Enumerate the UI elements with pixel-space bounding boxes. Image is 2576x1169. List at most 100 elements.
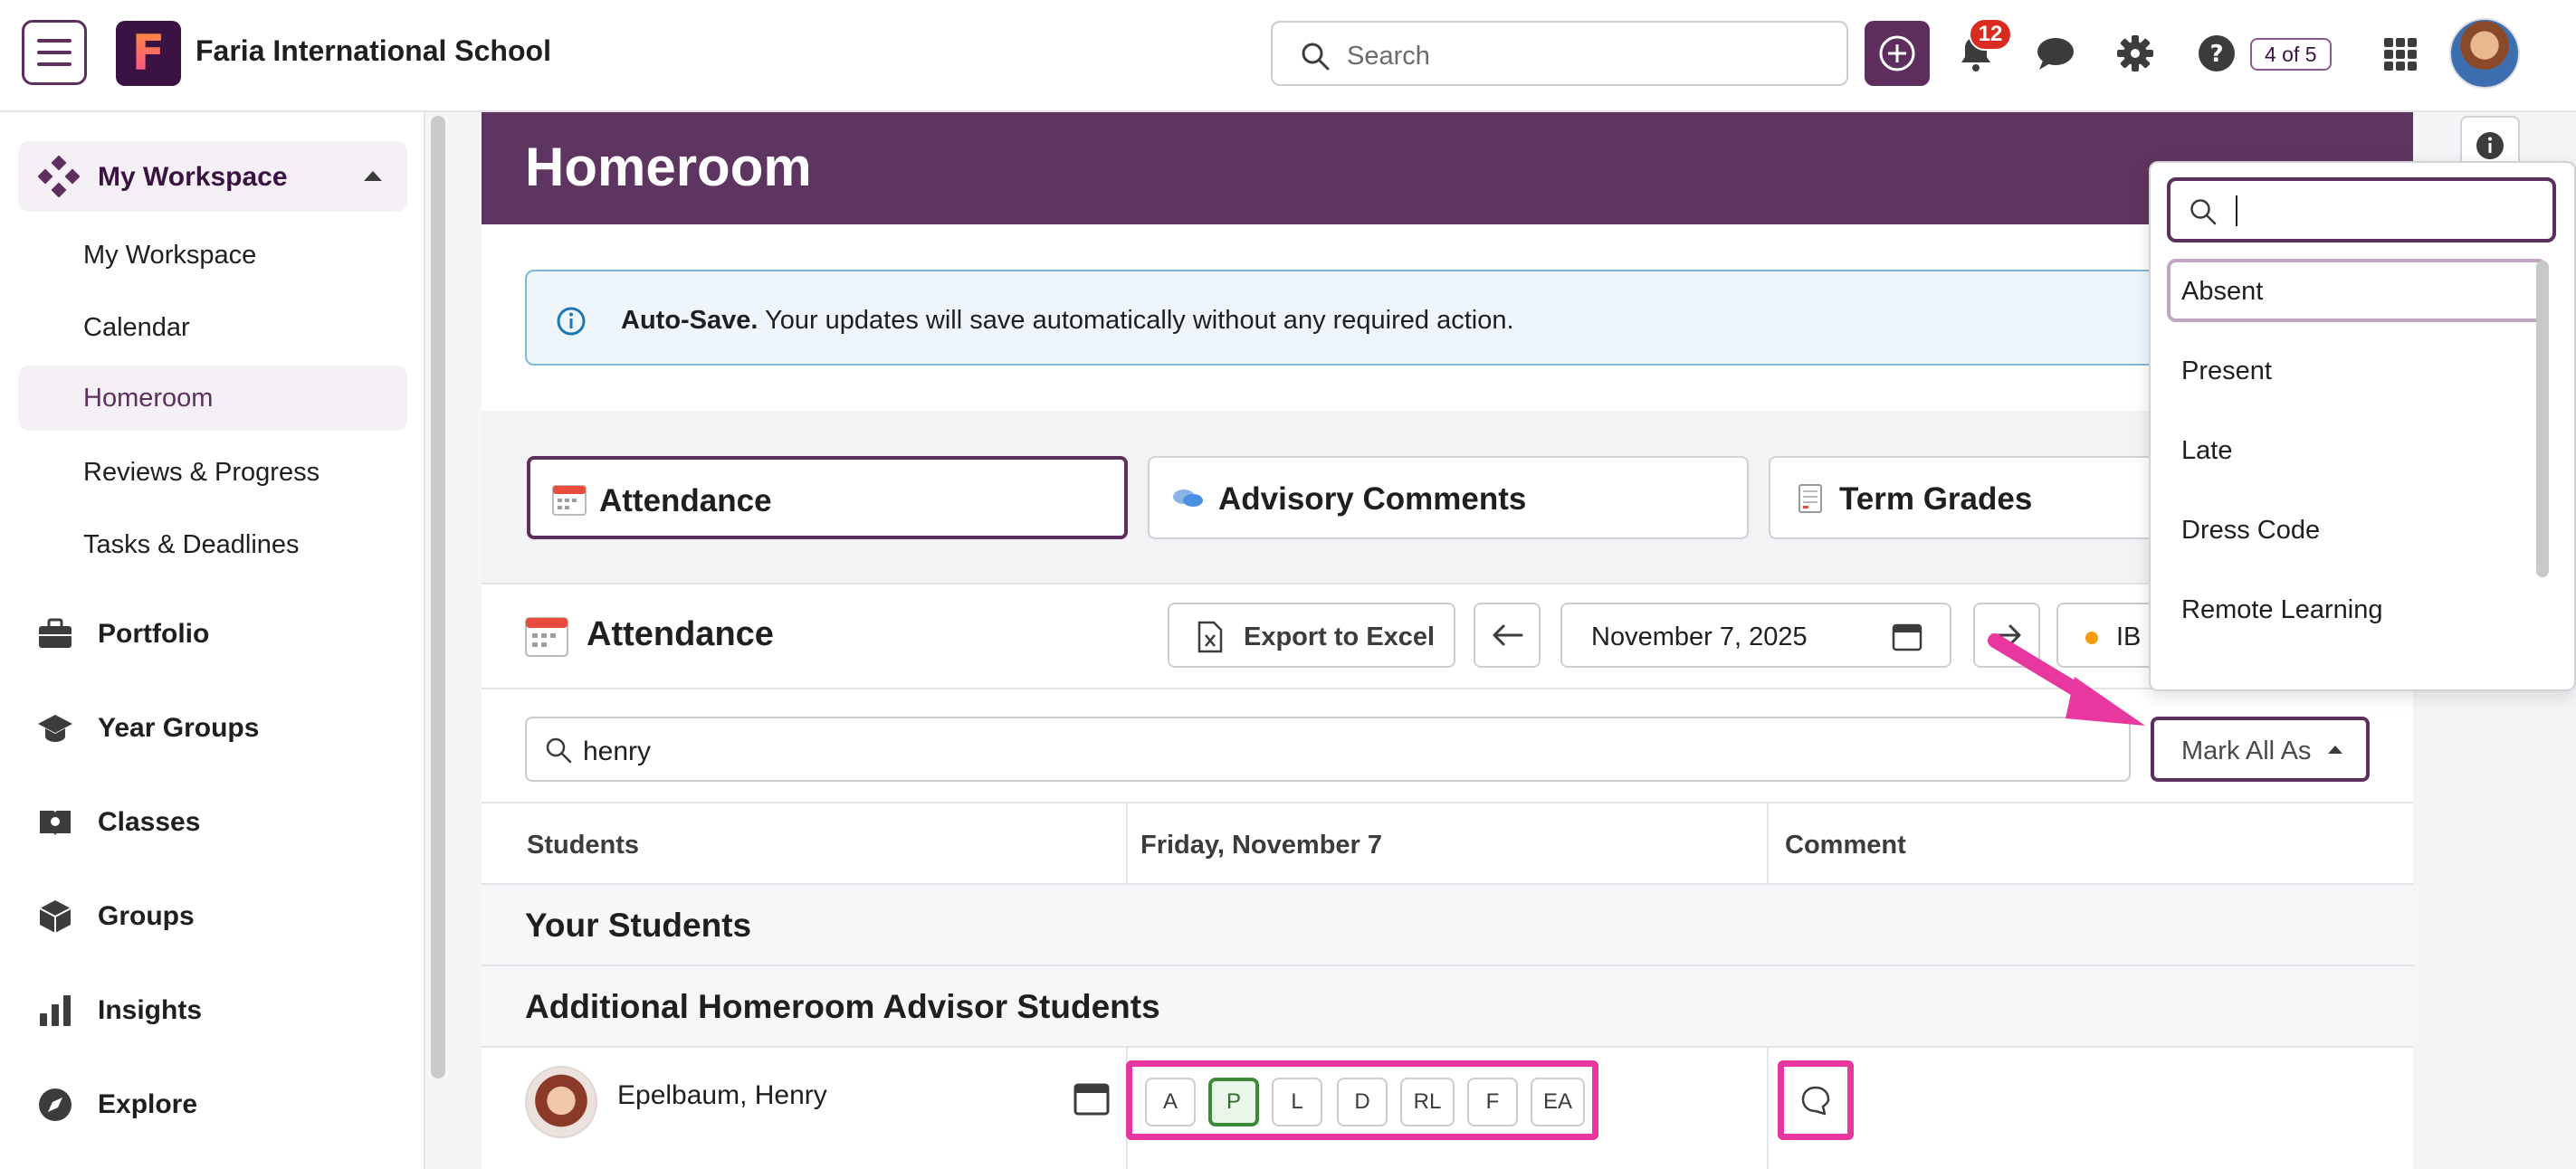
- search-icon: [1302, 43, 1330, 71]
- caret-up-icon: [364, 171, 382, 181]
- page-title: Homeroom: [525, 137, 812, 197]
- calendar-icon[interactable]: [1073, 1080, 1110, 1117]
- sidebar-item-portfolio[interactable]: Portfolio: [18, 597, 407, 670]
- graduation-cap-icon: [38, 715, 72, 742]
- sidebar-item-classes[interactable]: Classes: [18, 785, 407, 858]
- mark-all-dropdown-menu: Absent Present Late Dress Code Remote Le…: [2149, 161, 2576, 691]
- sidebar-section-label: My Workspace: [98, 162, 288, 192]
- menu-toggle-button[interactable]: [22, 20, 87, 85]
- speech-bubbles-icon: [1173, 489, 1203, 507]
- tab-attendance[interactable]: Attendance: [527, 456, 1128, 539]
- chat-bubble-icon: [2037, 38, 2074, 70]
- student-search-value: henry: [583, 737, 652, 766]
- code-button-f[interactable]: F: [1467, 1078, 1518, 1126]
- excel-file-icon: [1197, 621, 1223, 653]
- comment-button[interactable]: [1778, 1060, 1854, 1140]
- global-search-input[interactable]: Search: [1271, 21, 1848, 86]
- info-circle-icon: [557, 307, 586, 336]
- column-header-students: Students: [527, 831, 640, 860]
- student-avatar: [525, 1066, 597, 1138]
- group-row-your-students: Your Students: [482, 885, 2413, 966]
- sidebar-item-tasks-deadlines[interactable]: Tasks & Deadlines: [18, 512, 407, 577]
- hamburger-icon-line: [37, 62, 72, 66]
- student-name[interactable]: Epelbaum, Henry: [617, 1080, 827, 1111]
- sidebar: My Workspace My Workspace Calendar Homer…: [0, 112, 425, 1169]
- bar-chart-icon: [40, 995, 71, 1026]
- hamburger-icon-line: [37, 51, 72, 54]
- sidebar-item-groups[interactable]: Groups: [18, 879, 407, 952]
- date-value: November 7, 2025: [1591, 623, 1808, 651]
- dropdown-option-dress-code[interactable]: Dress Code: [2167, 498, 2547, 561]
- gear-icon: [2117, 35, 2153, 71]
- sidebar-scrollbar[interactable]: [431, 116, 445, 1079]
- sidebar-item-calendar[interactable]: Calendar: [18, 295, 407, 360]
- book-icon: [40, 811, 71, 836]
- code-button-absent[interactable]: A: [1145, 1078, 1196, 1126]
- page-header: Homeroom: [482, 112, 2413, 224]
- search-icon: [2190, 199, 2217, 225]
- top-bar: F Faria International School Search 12 ?…: [0, 0, 2576, 112]
- column-separator: [1767, 802, 1769, 885]
- comment-bubble-icon: [1801, 1086, 1830, 1116]
- calendar-emoji-icon: [552, 485, 587, 516]
- sidebar-item-year-groups[interactable]: Year Groups: [18, 691, 407, 764]
- search-icon: [546, 737, 572, 764]
- group-row-additional-students: Additional Homeroom Advisor Students: [482, 966, 2413, 1048]
- export-excel-button[interactable]: Export to Excel: [1168, 603, 1455, 668]
- sidebar-item-explore[interactable]: Explore: [18, 1068, 407, 1140]
- svg-text:?: ?: [2209, 41, 2223, 68]
- dropdown-option-remote-learning[interactable]: Remote Learning: [2167, 577, 2547, 641]
- date-picker-input[interactable]: November 7, 2025: [1560, 603, 1951, 668]
- briefcase-icon: [39, 618, 72, 648]
- dropdown-option-late[interactable]: Late: [2167, 418, 2547, 481]
- arrow-left-icon: [1493, 624, 1523, 646]
- column-header-day: Friday, November 7: [1140, 831, 1383, 860]
- sidebar-item-my-workspace[interactable]: My Workspace: [18, 223, 407, 288]
- messages-button[interactable]: [2029, 27, 2082, 80]
- settings-button[interactable]: [2109, 27, 2161, 80]
- cube-icon: [39, 900, 72, 933]
- hamburger-icon-line: [37, 39, 72, 43]
- sidebar-item-homeroom[interactable]: Homeroom: [18, 366, 407, 431]
- dropdown-option-absent[interactable]: Absent: [2167, 259, 2547, 322]
- code-button-late[interactable]: L: [1272, 1078, 1322, 1126]
- code-button-present[interactable]: P: [1208, 1078, 1259, 1126]
- notification-count-badge: 12: [1969, 18, 2012, 51]
- plus-circle-icon: [1879, 35, 1915, 71]
- student-search-input[interactable]: henry: [525, 717, 2131, 782]
- page-indicator-badge[interactable]: 4 of 5: [2250, 38, 2332, 71]
- sidebar-item-reviews-progress[interactable]: Reviews & Progress: [18, 440, 407, 505]
- code-button-dress-code[interactable]: D: [1337, 1078, 1388, 1126]
- column-separator: [1126, 802, 1128, 885]
- tab-advisory-comments[interactable]: Advisory Comments: [1148, 456, 1749, 539]
- dropdown-search-input[interactable]: [2167, 177, 2556, 242]
- create-button[interactable]: [1865, 21, 1930, 86]
- previous-day-button[interactable]: [1474, 603, 1541, 668]
- autosave-text: Auto-Save. Your updates will save automa…: [621, 306, 1514, 335]
- search-placeholder: Search: [1347, 42, 1430, 71]
- text-cursor: [2236, 195, 2237, 226]
- dropdown-scrollbar[interactable]: [2536, 261, 2549, 577]
- question-circle-icon: ?: [2199, 35, 2235, 71]
- autosave-banner: Auto-Save. Your updates will save automa…: [525, 270, 2362, 366]
- attendance-title: Attendance: [587, 615, 774, 653]
- workspace-diamond-icon: [38, 156, 80, 197]
- annotation-arrow-icon: [1988, 633, 2145, 726]
- attendance-code-group: A P L D RL F EA: [1126, 1060, 1598, 1140]
- help-button[interactable]: ?: [2190, 27, 2243, 80]
- compass-icon: [39, 1088, 72, 1121]
- sidebar-item-insights[interactable]: Insights: [18, 974, 407, 1046]
- sidebar-section-my-workspace[interactable]: My Workspace: [18, 141, 407, 212]
- caret-up-icon: [2328, 746, 2342, 754]
- column-header-comment: Comment: [1785, 831, 1906, 860]
- user-avatar[interactable]: [2449, 18, 2520, 89]
- school-logo-icon[interactable]: F: [116, 21, 181, 86]
- mark-all-as-dropdown[interactable]: Mark All As: [2151, 717, 2370, 782]
- info-circle-icon: [2476, 132, 2504, 159]
- apps-grid-icon[interactable]: [2384, 38, 2417, 71]
- code-button-ea[interactable]: EA: [1531, 1078, 1585, 1126]
- code-button-remote-learning[interactable]: RL: [1400, 1078, 1455, 1126]
- dropdown-option-present[interactable]: Present: [2167, 338, 2547, 402]
- school-name: Faria International School: [196, 34, 551, 67]
- column-separator: [1767, 1048, 1769, 1169]
